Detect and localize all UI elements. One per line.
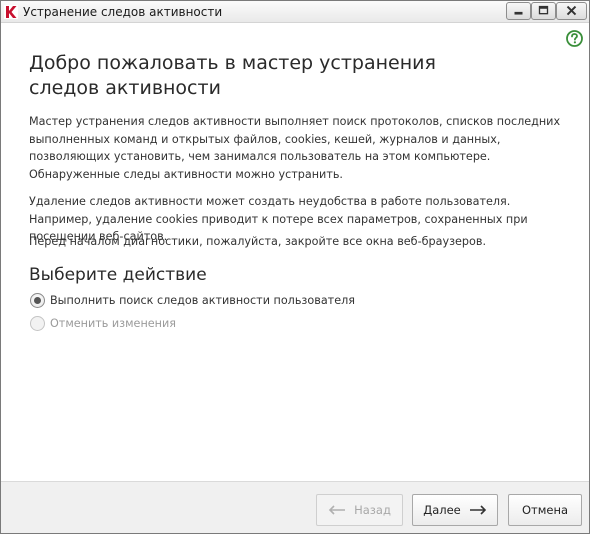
next-button[interactable]: Далее <box>412 494 498 526</box>
option-search-traces[interactable]: Выполнить поиск следов активности пользо… <box>30 291 355 309</box>
kaspersky-k-icon <box>4 5 18 19</box>
window-title: Устранение следов активности <box>23 5 223 19</box>
cancel-button[interactable]: Отмена <box>508 494 582 526</box>
radio-button[interactable] <box>30 292 45 308</box>
cancel-label: Отмена <box>521 503 569 517</box>
title-bar[interactable]: Устранение следов активности <box>1 1 589 23</box>
close-icon <box>566 5 577 16</box>
description-paragraph: Мастер устранения следов активности выпо… <box>29 115 561 181</box>
radio-button <box>30 315 45 331</box>
maximize-button[interactable] <box>531 2 556 20</box>
button-bar: Назад Далее Отмена <box>1 481 589 533</box>
help-question-icon[interactable] <box>566 30 583 47</box>
section-title: Выберите действие <box>29 265 207 285</box>
page-title: Добро пожаловать в мастер устранения сле… <box>29 52 436 99</box>
maximize-icon <box>538 5 549 15</box>
option-undo-changes: Отменить изменения <box>30 314 176 332</box>
minimize-icon <box>514 11 523 15</box>
next-label: Далее <box>423 503 461 517</box>
arrow-right-icon <box>469 505 486 515</box>
back-button[interactable]: Назад <box>316 494 403 526</box>
instruction-paragraph: Перед началом диагностики, пожалуйста, з… <box>29 235 487 248</box>
radio-label: Отменить изменения <box>50 316 176 330</box>
back-label: Назад <box>354 503 391 517</box>
radio-label: Выполнить поиск следов активности пользо… <box>50 293 355 307</box>
close-button[interactable] <box>556 2 587 20</box>
arrow-left-icon <box>328 505 346 515</box>
minimize-button[interactable] <box>506 2 531 20</box>
wizard-window: Устранение следов активности Добро пожал… <box>0 0 590 534</box>
